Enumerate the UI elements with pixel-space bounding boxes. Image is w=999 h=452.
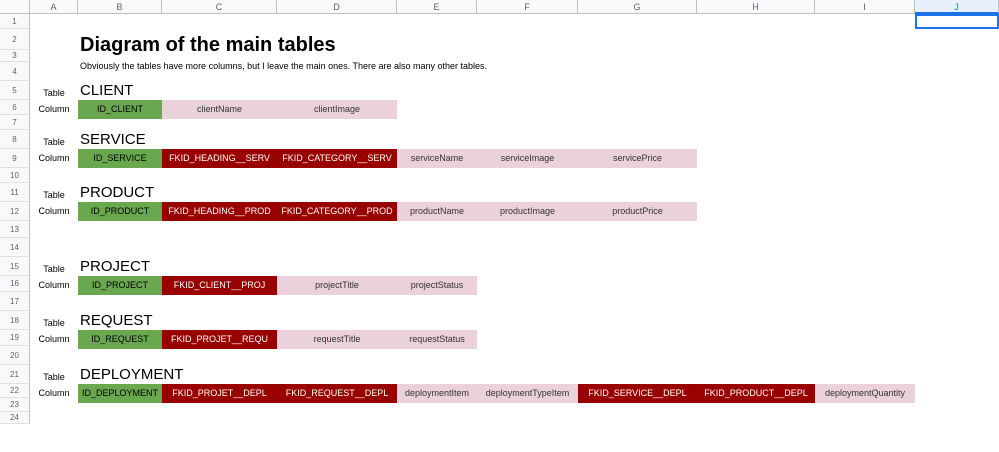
column-header-a[interactable]: A [30,0,78,14]
foreign-key-cell[interactable]: FKID_SERVICE__DEPL [578,384,697,403]
table-name-client: CLIENT [80,82,134,99]
primary-key-cell[interactable]: ID_REQUEST [78,330,162,349]
select-all-corner[interactable] [0,0,30,14]
column-cell[interactable]: projectStatus [397,276,477,295]
row-header-16[interactable]: 16 [0,276,30,292]
column-label: Column [38,334,70,344]
primary-key-cell[interactable]: ID_SERVICE [78,149,162,168]
row-header-5[interactable]: 5 [0,81,30,100]
row-header-19[interactable]: 19 [0,330,30,346]
column-header-j[interactable]: J [915,0,999,14]
column-header-f[interactable]: F [477,0,578,14]
primary-key-cell[interactable]: ID_DEPLOYMENT [78,384,162,403]
row-header-12[interactable]: 12 [0,202,30,221]
column-header-d[interactable]: D [277,0,397,14]
foreign-key-cell[interactable]: FKID_HEADING__SERV [162,149,277,168]
row-header-24[interactable]: 24 [0,412,30,424]
row-header-21[interactable]: 21 [0,365,30,384]
column-header-e[interactable]: E [397,0,477,14]
foreign-key-cell[interactable]: FKID_REQUEST__DEPL [277,384,397,403]
table-label: Table [43,190,65,200]
column-label: Column [38,206,70,216]
foreign-key-cell[interactable]: FKID_PROJET__REQU [162,330,277,349]
row-header-1[interactable]: 1 [0,14,30,29]
column-cell[interactable]: requestTitle [277,330,397,349]
row-header-9[interactable]: 9 [0,149,30,168]
table-label: Table [43,137,65,147]
row-header-20[interactable]: 20 [0,346,30,365]
column-cell[interactable]: productPrice [578,202,697,221]
column-cell[interactable]: serviceImage [477,149,578,168]
row-header-15[interactable]: 15 [0,257,30,276]
foreign-key-cell[interactable]: FKID_CATEGORY__SERV [277,149,397,168]
foreign-key-cell[interactable]: FKID_HEADING__PROD [162,202,277,221]
page-subtitle: Obviously the tables have more columns, … [80,61,488,71]
column-header-c[interactable]: C [162,0,277,14]
column-cell[interactable]: clientName [162,100,277,119]
row-header-22[interactable]: 22 [0,384,30,398]
row-header-10[interactable]: 10 [0,168,30,183]
spreadsheet-grid: ABCDEFGHIJ 1 2 3 4 5 6 7 8 9 10 11 12 13 14 15 16 17 18 19… [0,0,999,452]
row-header-4[interactable]: 4 [0,62,30,81]
column-cell[interactable]: productName [397,202,477,221]
table-name-project: PROJECT [80,258,151,275]
row-header-23[interactable]: 23 [0,398,30,412]
row-header-6[interactable]: 6 [0,100,30,115]
row-header-7[interactable]: 7 [0,115,30,130]
column-cell[interactable]: serviceName [397,149,477,168]
column-header-i[interactable]: I [815,0,915,14]
column-header-b[interactable]: B [78,0,162,14]
table-name-service: SERVICE [80,131,146,148]
foreign-key-cell[interactable]: FKID_CATEGORY__PROD [277,202,397,221]
foreign-key-cell[interactable]: FKID_CLIENT__PROJ [162,276,277,295]
table-label: Table [43,372,65,382]
table-name-deployment: DEPLOYMENT [80,366,184,383]
column-label: Column [38,280,70,290]
table-label: Table [43,318,65,328]
column-cell[interactable]: servicePrice [578,149,697,168]
column-cell[interactable]: deploymentItem [397,384,477,403]
foreign-key-cell[interactable]: FKID_PROJET__DEPL [162,384,277,403]
table-name-request: REQUEST [80,312,153,329]
primary-key-cell[interactable]: ID_CLIENT [78,100,162,119]
row-header-2[interactable]: 2 [0,29,30,50]
row-header-17[interactable]: 17 [0,292,30,311]
row-header-14[interactable]: 14 [0,238,30,257]
row-header-3[interactable]: 3 [0,50,30,62]
row-header-11[interactable]: 11 [0,183,30,202]
row-header-13[interactable]: 13 [0,221,30,238]
column-cell[interactable]: clientImage [277,100,397,119]
column-cell[interactable]: deploymentQuantity [815,384,915,403]
primary-key-cell[interactable]: ID_PRODUCT [78,202,162,221]
column-cell[interactable]: productImage [477,202,578,221]
table-name-product: PRODUCT [80,184,155,201]
page-title: Diagram of the main tables [80,34,336,56]
primary-key-cell[interactable]: ID_PROJECT [78,276,162,295]
column-label: Column [38,388,70,398]
column-label: Column [38,153,70,163]
column-cell[interactable]: deploymentTypeItem [477,384,578,403]
row-header-18[interactable]: 18 [0,311,30,330]
table-label: Table [43,264,65,274]
column-cell[interactable]: projectTitle [277,276,397,295]
selected-cell-outline[interactable] [915,14,999,29]
column-header-g[interactable]: G [578,0,697,14]
column-cell[interactable]: requestStatus [397,330,477,349]
row-header-8[interactable]: 8 [0,130,30,149]
column-label: Column [38,104,70,114]
table-label: Table [43,88,65,98]
column-header-h[interactable]: H [697,0,815,14]
foreign-key-cell[interactable]: FKID_PRODUCT__DEPL [697,384,815,403]
